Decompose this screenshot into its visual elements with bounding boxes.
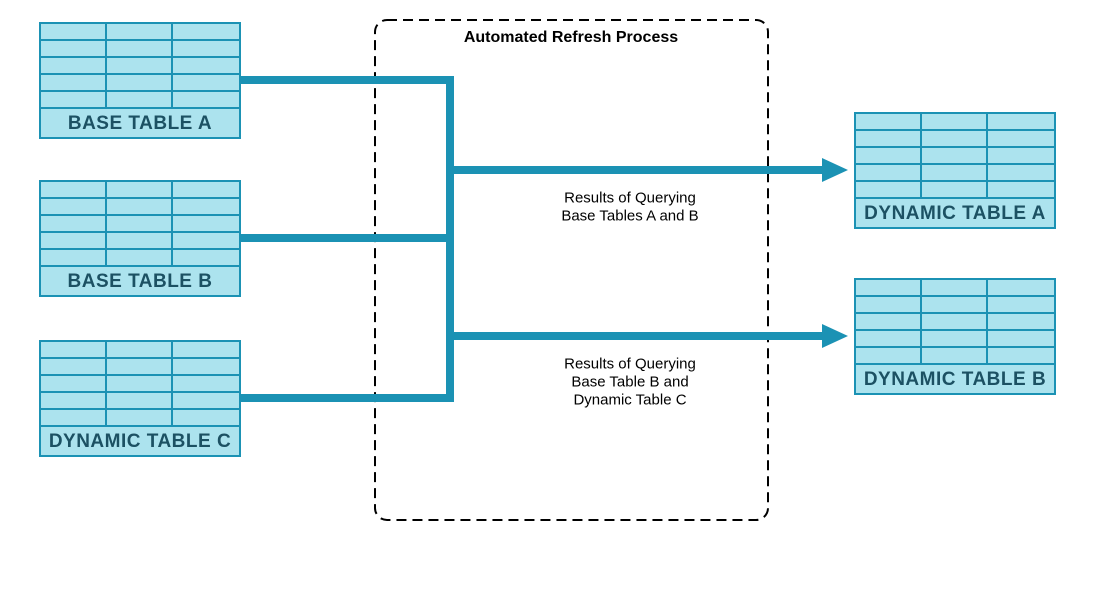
base-table-a: BASE TABLE A	[40, 23, 240, 138]
diagram-canvas: Automated Refresh Process Results of Que…	[0, 0, 1095, 600]
result-b-line3: Dynamic Table C	[573, 391, 686, 408]
result-b-line2: Base Table B and	[571, 373, 688, 390]
arrowhead-dyn-b	[822, 324, 848, 348]
dynamic-table-c-label: DYNAMIC TABLE C	[49, 431, 231, 452]
process-title: Automated Refresh Process	[464, 29, 678, 46]
base-table-b: BASE TABLE B	[40, 181, 240, 296]
result-a-line2: Base Tables A and B	[561, 207, 698, 224]
dynamic-table-a: DYNAMIC TABLE A	[855, 113, 1055, 228]
result-b-line1: Results of Querying	[564, 355, 696, 372]
flow-from-dyn-c	[240, 336, 450, 398]
arrowhead-dyn-a	[822, 158, 848, 182]
dynamic-table-b: DYNAMIC TABLE B	[855, 279, 1055, 394]
base-table-a-label: BASE TABLE A	[68, 113, 212, 134]
dynamic-table-a-label: DYNAMIC TABLE A	[864, 203, 1046, 224]
flow-from-base-a	[240, 80, 450, 170]
base-table-b-label: BASE TABLE B	[68, 271, 213, 292]
result-a-line1: Results of Querying	[564, 189, 696, 206]
dynamic-table-c: DYNAMIC TABLE C	[40, 341, 240, 456]
dynamic-table-b-label: DYNAMIC TABLE B	[864, 369, 1046, 390]
flow-from-base-b-up	[240, 170, 450, 238]
process-box	[375, 20, 768, 520]
